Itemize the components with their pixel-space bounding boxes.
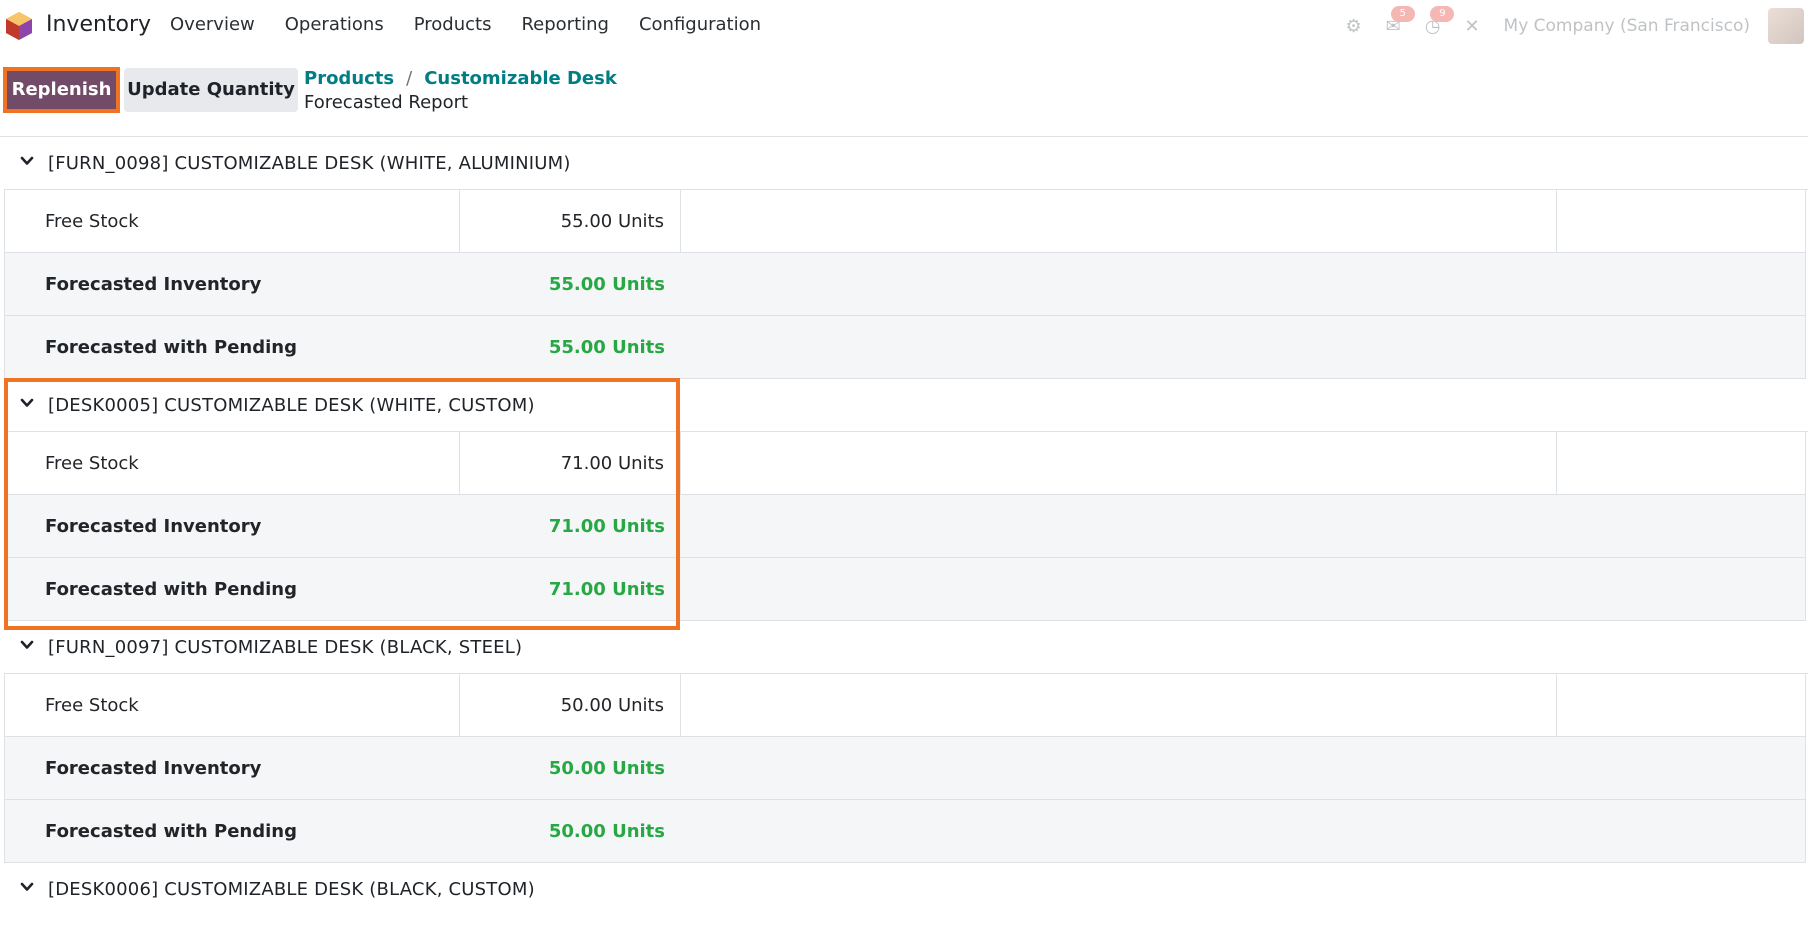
table-row-forecasted-inventory: Forecasted Inventory 55.00 Units [5,253,1805,316]
row-label: Free Stock [5,674,460,736]
debug-icon[interactable]: ⚙ [1345,16,1361,37]
product-group-title: [DESK0005] CUSTOMIZABLE DESK (WHITE, CUS… [48,394,535,416]
replenish-button[interactable]: Replenish [3,67,120,113]
row-end [1557,190,1805,252]
breadcrumb-customizable-desk[interactable]: Customizable Desk [424,68,617,89]
company-switcher[interactable]: My Company (San Francisco) [1504,16,1750,36]
table-row-forecasted-inventory: Forecasted Inventory 71.00 Units [5,495,1805,558]
product-group: [FURN_0097] CUSTOMIZABLE DESK (BLACK, ST… [0,621,1808,863]
row-spacer [681,737,1805,799]
table-row-free-stock: Free Stock 71.00 Units [5,432,1805,495]
app-name[interactable]: Inventory [46,12,151,37]
row-spacer [681,253,1805,315]
breadcrumb-separator: / [406,68,413,89]
chat-badge: 5 [1390,5,1415,22]
row-label: Forecasted with Pending [45,578,297,600]
row-label: Free Stock [5,432,460,494]
nav-item-reporting[interactable]: Reporting [521,14,609,35]
stock-rows: Free Stock 50.00 Units Forecasted Invent… [4,674,1806,863]
row-label: Forecasted with Pending [45,336,297,358]
breadcrumb: Products / Customizable Desk [304,68,617,89]
activity-badge: 9 [1430,5,1455,22]
stock-rows: Free Stock 55.00 Units Forecasted Invent… [4,190,1806,379]
product-group-header[interactable]: [DESK0006] CUSTOMIZABLE DESK (BLACK, CUS… [4,863,1808,915]
product-group-title: [FURN_0098] CUSTOMIZABLE DESK (WHITE, AL… [48,152,571,174]
table-row-forecasted-with-pending: Forecasted with Pending 71.00 Units [5,558,1805,621]
product-group: [FURN_0098] CUSTOMIZABLE DESK (WHITE, AL… [0,137,1808,379]
row-value: 50.00 Units [548,757,665,779]
product-group-title: [DESK0006] CUSTOMIZABLE DESK (BLACK, CUS… [48,878,535,900]
row-value: 71.00 Units [548,515,665,537]
activity-clock-icon[interactable]: ◷ 9 [1425,5,1455,37]
table-row-free-stock: Free Stock 55.00 Units [5,190,1805,253]
table-row-forecasted-with-pending: Forecasted with Pending 50.00 Units [5,800,1805,863]
row-label: Forecasted Inventory [45,273,262,295]
row-value: 71.00 Units [548,578,665,600]
page-title: Forecasted Report [304,92,469,113]
row-end [1557,674,1805,736]
stock-rows: Free Stock 71.00 Units Forecasted Invent… [4,432,1806,621]
row-label: Free Stock [5,190,460,252]
settings-tools-icon[interactable]: ✕ [1464,16,1479,37]
chat-icon[interactable]: ✉ 5 [1386,5,1415,37]
update-quantity-button[interactable]: Update Quantity [124,68,298,112]
product-group: [DESK0006] CUSTOMIZABLE DESK (BLACK, CUS… [0,863,1808,915]
table-row-forecasted-inventory: Forecasted Inventory 50.00 Units [5,737,1805,800]
row-spacer [681,674,1557,736]
row-value: 50.00 Units [460,674,681,736]
main-menu: Overview Operations Products Reporting C… [170,14,791,35]
chevron-down-icon[interactable] [20,396,34,410]
chevron-down-icon[interactable] [20,880,34,894]
control-panel: Replenish Update Quantity Products / Custo… [0,52,1808,137]
table-row-forecasted-with-pending: Forecasted with Pending 55.00 Units [5,316,1805,379]
chevron-down-icon[interactable] [20,638,34,652]
product-group: [DESK0005] CUSTOMIZABLE DESK (WHITE, CUS… [0,379,1808,621]
product-group-header[interactable]: [FURN_0097] CUSTOMIZABLE DESK (BLACK, ST… [4,621,1808,674]
nav-item-operations[interactable]: Operations [285,14,384,35]
row-spacer [681,558,1805,620]
product-group-header[interactable]: [FURN_0098] CUSTOMIZABLE DESK (WHITE, AL… [4,137,1808,190]
product-group-title: [FURN_0097] CUSTOMIZABLE DESK (BLACK, ST… [48,636,523,658]
row-spacer [681,495,1805,557]
chevron-down-icon[interactable] [20,154,34,168]
row-value: 55.00 Units [460,190,681,252]
breadcrumb-products[interactable]: Products [304,68,394,89]
row-value: 50.00 Units [548,820,665,842]
row-end [1557,432,1805,494]
nav-item-overview[interactable]: Overview [170,14,255,35]
row-value: 71.00 Units [460,432,681,494]
nav-item-configuration[interactable]: Configuration [639,14,761,35]
nav-item-products[interactable]: Products [414,14,492,35]
row-label: Forecasted Inventory [45,757,262,779]
row-spacer [681,190,1557,252]
row-spacer [681,316,1805,378]
top-navbar: Inventory Overview Operations Products R… [0,0,1808,52]
row-value: 55.00 Units [548,336,665,358]
row-spacer [681,432,1557,494]
row-spacer [681,800,1805,862]
product-group-header[interactable]: [DESK0005] CUSTOMIZABLE DESK (WHITE, CUS… [4,379,1808,432]
row-label: Forecasted with Pending [45,820,297,842]
inventory-app-icon[interactable] [5,11,33,41]
row-label: Forecasted Inventory [45,515,262,537]
row-value: 55.00 Units [548,273,665,295]
forecasted-report: [FURN_0098] CUSTOMIZABLE DESK (WHITE, AL… [0,137,1808,915]
systray: ⚙ ✉ 5 ◷ 9 ✕ My Company (San Francisco) [1321,5,1808,44]
user-avatar[interactable] [1768,8,1804,44]
table-row-free-stock: Free Stock 50.00 Units [5,674,1805,737]
